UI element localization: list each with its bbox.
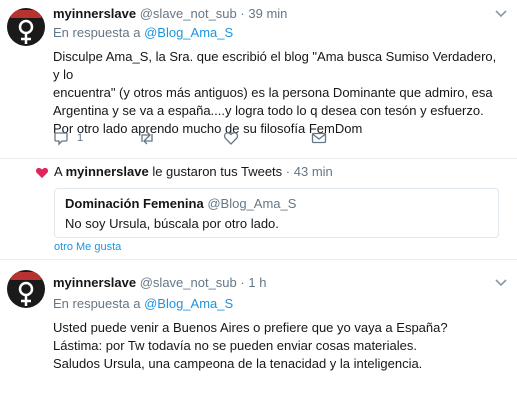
heart-icon [35,167,49,179]
notification-prefix: A [54,164,62,179]
separator: · [285,164,291,179]
notification-action: le gustaron tus Tweets [152,164,283,179]
notification-user[interactable]: myinnerslave [66,164,149,179]
separator: · [240,6,245,21]
reply-context: En respuesta a @Blog_Ama_S [53,25,233,40]
like-button[interactable] [223,130,239,146]
tweet-text-line: Disculpe Ama_S, la Sra. que escribió el … [53,49,497,82]
reply-prefix: En respuesta a [53,25,141,40]
tweet-text-line: encuentra" (y otros más antiguos) es la … [53,85,493,100]
tweet-text-line: Argentina y se va a españa....y logra to… [53,103,484,118]
reply-prefix: En respuesta a [53,296,141,311]
tweet-1[interactable]: myinnerslave @slave_not_sub · 39 min En … [0,0,517,159]
reply-handle-link[interactable]: @Blog_Ama_S [144,25,233,40]
avatar-badge [10,272,42,280]
tweet-text: Disculpe Ama_S, la Sra. que escribió el … [53,48,503,138]
avatar[interactable] [7,270,45,308]
reply-count: 1 [77,132,84,144]
reply-handle-link[interactable]: @Blog_Ama_S [144,296,233,311]
tweet-text: Usted puede venir a Buenos Aires o prefi… [53,319,503,373]
venus-symbol-icon [18,281,34,306]
tweet-text-line: Lástima: por Tw todavía no se pueden env… [53,338,417,353]
notification-text: A myinnerslave le gustaron tus Tweets · … [54,164,333,179]
tweet-actions: 1 [53,130,473,146]
user-handle[interactable]: @slave_not_sub [140,6,237,21]
reply-context: En respuesta a @Blog_Ama_S [53,296,233,311]
tweet-text-line: Usted puede venir a Buenos Aires o prefi… [53,320,448,335]
user-handle[interactable]: @slave_not_sub [140,275,237,290]
avatar[interactable] [7,8,45,46]
tweet-header: myinnerslave @slave_not_sub · 39 min [53,6,287,21]
avatar-badge [10,10,42,18]
quoted-tweet[interactable]: Dominación Femenina @Blog_Ama_S No soy U… [54,188,499,238]
retweet-button[interactable] [138,130,156,146]
timestamp[interactable]: 1 h [248,275,266,290]
timestamp[interactable]: 39 min [248,6,287,21]
quoted-tweet-text: No soy Ursula, búscala por otro lado. [65,216,279,231]
tweet-2[interactable]: myinnerslave @slave_not_sub · 1 h En res… [0,260,517,404]
display-name[interactable]: myinnerslave [53,6,136,21]
separator: · [240,275,245,290]
chevron-down-icon[interactable] [495,278,507,288]
message-button[interactable] [311,130,327,146]
envelope-icon [311,132,327,144]
reply-button[interactable]: 1 [53,130,83,146]
tweet-header: myinnerslave @slave_not_sub · 1 h [53,275,266,290]
heart-outline-icon [223,132,239,145]
chevron-down-icon[interactable] [495,9,507,19]
display-name[interactable]: Dominación Femenina [65,196,204,211]
display-name[interactable]: myinnerslave [53,275,136,290]
tweet-text-line: Saludos Ursula, una campeona de la tenac… [53,356,423,371]
more-likes-link[interactable]: otro Me gusta [54,241,121,253]
like-notification[interactable]: A myinnerslave le gustaron tus Tweets · … [0,159,517,259]
user-handle[interactable]: @Blog_Ama_S [207,196,296,211]
retweet-icon [141,131,153,145]
venus-symbol-icon [18,19,34,44]
quoted-tweet-header: Dominación Femenina @Blog_Ama_S [65,196,296,211]
timestamp: 43 min [293,164,333,179]
reply-icon [54,132,68,146]
